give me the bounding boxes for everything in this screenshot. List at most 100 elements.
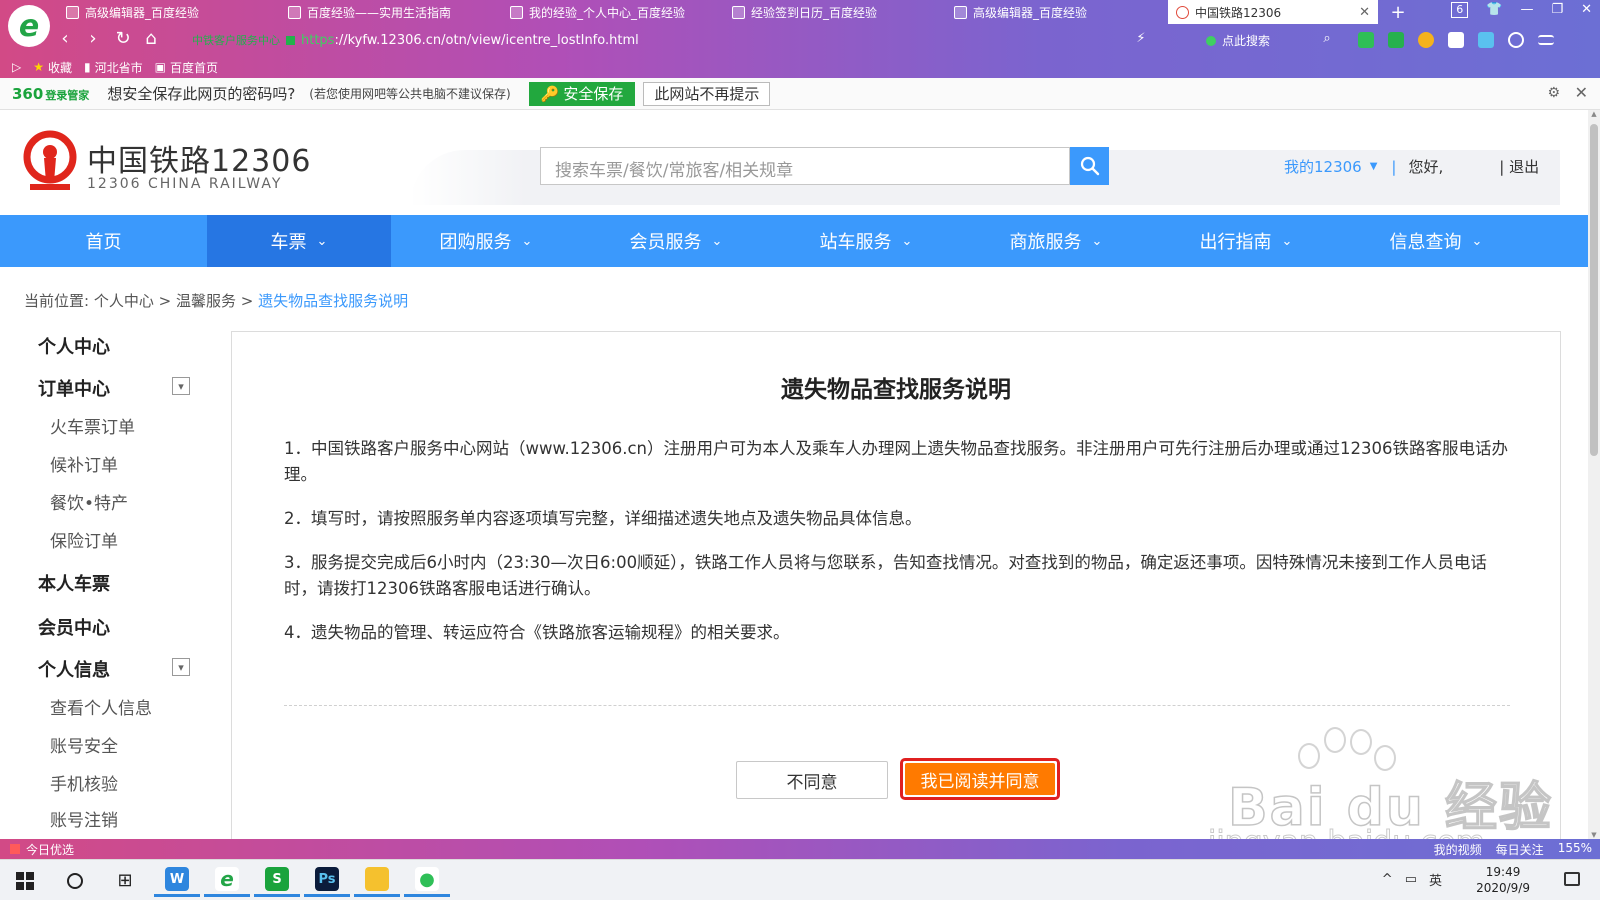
site-search-button[interactable] [1070,147,1109,185]
agree-button[interactable]: 我已阅读并同意 [900,758,1060,800]
restore-icon[interactable]: ❐ [1551,2,1563,18]
sidebar-item-food-specialty[interactable]: 餐饮•特产 [50,489,128,514]
scrollbar-thumb[interactable] [1590,124,1598,456]
system-clock[interactable]: 19:49 2020/9/9 [1476,864,1530,896]
photoshop-icon: Ps [315,867,339,891]
scroll-up-icon[interactable]: ▲ [1588,110,1600,118]
close-tab-icon[interactable]: ✕ [1359,5,1370,20]
back-icon[interactable]: ‹ [54,28,76,49]
start-button[interactable] [2,864,48,897]
sidebar-item-insurance-orders[interactable]: 保险订单 [50,527,118,552]
browser-tab[interactable]: 百度经验——实用生活指南 [280,0,502,24]
site-search-input[interactable]: 搜索车票/餐饮/常旅客/相关规章 [540,147,1070,185]
cortana-search-icon[interactable] [52,864,98,897]
breadcrumb-current[interactable]: 遗失物品查找服务说明 [258,292,408,310]
sidebar-item-train-orders[interactable]: 火车票订单 [50,413,135,438]
taskbar-app-photoshop[interactable]: Ps [304,864,350,897]
sidebar-toggle-icon[interactable]: ▷ [12,60,21,74]
undo-icon[interactable] [1508,32,1524,48]
refresh-icon[interactable]: ↻ [112,28,134,49]
nav-item-station-service[interactable]: 站车服务 ⌄ [771,215,961,267]
taskbar-app-wps[interactable]: W [154,864,200,897]
nav-item-info-query[interactable]: 信息查询 ⌄ [1341,215,1531,267]
browser-tab[interactable]: 经验签到日历_百度经验 [724,0,946,24]
sidebar-item-member-center[interactable]: 会员中心 [38,614,110,640]
menu-icon[interactable] [1538,35,1554,45]
secure-save-button[interactable]: 🔑 安全保存 [528,81,636,106]
sidebar-item-account-cancel[interactable]: 账号注销 [50,806,118,831]
never-prompt-button[interactable]: 此网站不再提示 [643,81,771,106]
nav-item-business-travel[interactable]: 商旅服务 ⌄ [961,215,1151,267]
zoom-level[interactable]: 155% [1558,841,1592,858]
sidebar-item-personal-info[interactable]: 个人信息 [38,656,110,682]
browser-tab[interactable]: 高级编辑器_百度经验 [58,0,280,24]
shirt-skin-icon[interactable]: 👕 [1486,2,1502,18]
daily-follow-link[interactable]: 每日关注 [1496,841,1544,858]
breadcrumb: 当前位置: 个人中心 > 温馨服务 > 遗失物品查找服务说明 [24,292,409,310]
task-view-icon[interactable]: ⊞ [102,864,148,897]
nav-item-member-service[interactable]: 会员服务 ⌄ [581,215,771,267]
sidebar-item-personal-center[interactable]: 个人中心 [38,333,110,359]
nav-item-group-service[interactable]: 团购服务 ⌄ [391,215,581,267]
nav-item-tickets[interactable]: 车票 ⌄ [207,215,391,267]
scroll-down-icon[interactable]: ▼ [1588,831,1600,839]
browser-tab[interactable]: 高级编辑器_百度经验 [946,0,1168,24]
gear-icon[interactable]: ⚙ [1547,85,1560,101]
close-icon[interactable]: ✕ [1575,83,1588,102]
address-bar[interactable]: 中铁客户服务中心 https ://kyfw.12306.cn/otn/view… [186,29,1176,51]
extension-icon[interactable] [1388,32,1404,48]
bookmark-item[interactable]: ▮ 河北省市 [84,59,143,76]
logout-link[interactable]: | 退出 [1499,156,1539,177]
site-name[interactable]: 中国铁路12306 [87,136,311,180]
taskbar-app-sheets[interactable]: S [254,864,300,897]
collapse-toggle-icon[interactable]: ▾ [172,377,190,395]
breadcrumb-link[interactable]: 温馨服务 [176,292,236,310]
forward-icon[interactable]: › [82,28,104,49]
sidebar-item-view-info[interactable]: 查看个人信息 [50,694,152,719]
minimize-icon[interactable]: — [1520,2,1533,18]
ime-indicator[interactable]: 英 [1429,870,1442,889]
search-icon[interactable]: ⌕ [1316,31,1338,46]
browser-tab-active[interactable]: 中国铁路12306 ✕ [1168,0,1378,24]
lightning-icon[interactable]: ⚡ [1130,31,1152,46]
nav-item-home[interactable]: 首页 [0,215,207,267]
extension-icon[interactable] [1418,32,1434,48]
chevron-up-icon[interactable]: ^ [1382,872,1393,887]
sidebar-item-phone-verify[interactable]: 手机核验 [50,770,118,795]
extension-icon[interactable] [1358,32,1374,48]
my-video-link[interactable]: 我的视频 [1434,841,1482,858]
chevron-down-icon: ⌄ [1091,233,1103,249]
new-tab-button[interactable]: + [1378,0,1418,24]
chevron-down-icon: ⌄ [1281,233,1293,249]
browser-search-button[interactable]: 点此搜索 [1206,32,1270,49]
taskbar-app-360-browser[interactable]: e [204,864,250,897]
status-left[interactable]: 今日优选 [10,841,74,858]
china-railway-logo-icon[interactable] [22,130,78,192]
chevron-down-icon: ⌄ [901,233,913,249]
taskbar-app-explorer[interactable] [354,864,400,897]
browser-tab[interactable]: 我的经验_个人中心_百度经验 [502,0,724,24]
bookmark-item[interactable]: ▣ 百度首页 [155,59,218,76]
bookmark-item[interactable]: ★ 收藏 [33,59,72,76]
disagree-button[interactable]: 不同意 [736,761,888,799]
sidebar-item-waitlist-orders[interactable]: 候补订单 [50,451,118,476]
network-icon[interactable]: ▭ [1405,872,1417,887]
extension-icon[interactable] [1448,32,1464,48]
sidebar-item-my-tickets[interactable]: 本人车票 [38,570,110,596]
window-close-icon[interactable]: ✕ [1581,2,1592,18]
taskbar-app-wechat[interactable]: ● [404,864,450,897]
home-icon[interactable]: ⌂ [140,28,162,49]
chevron-down-icon[interactable]: ▼ [1370,161,1378,172]
notification-icon[interactable] [1564,872,1580,886]
collapse-toggle-icon[interactable]: ▾ [172,658,190,676]
extension-icon[interactable] [1478,32,1494,48]
my-12306-link[interactable]: 我的12306 [1284,156,1362,177]
tab-count-badge[interactable]: 6 [1451,2,1469,18]
nav-item-travel-guide[interactable]: 出行指南 ⌄ [1151,215,1341,267]
system-tray: ^ ▭ 英 [1382,870,1442,889]
sidebar-item-order-center[interactable]: 订单中心 [38,375,110,401]
sidebar-item-account-security[interactable]: 账号安全 [50,732,118,757]
page-scrollbar[interactable]: ▲ ▼ [1588,110,1600,839]
page-favicon-icon [732,5,745,19]
breadcrumb-link[interactable]: 个人中心 [94,292,154,310]
